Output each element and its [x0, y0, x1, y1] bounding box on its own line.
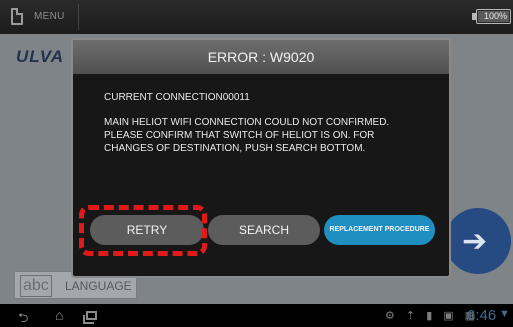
retry-button[interactable]: RETRY	[90, 215, 204, 245]
abc-icon: abc	[20, 275, 52, 297]
menu-document-icon[interactable]	[11, 8, 23, 25]
action-bar: MENU 100%	[0, 0, 513, 34]
error-message-line: CHANGES OF DESTINATION, PUSH SEARCH BOTT…	[104, 143, 366, 154]
battery-percent: 100%	[483, 11, 507, 21]
replacement-procedure-button[interactable]: REPLACEMENT PROCEDURE	[324, 215, 435, 245]
language-label: LANGUAGE	[65, 279, 132, 293]
search-button[interactable]: SEARCH	[208, 215, 320, 245]
back-icon[interactable]: ⮌	[18, 309, 28, 327]
notification-icons: ⚙ ⇡ ▮ ▣ ▦	[385, 310, 480, 322]
home-icon[interactable]: ⌂	[55, 307, 63, 323]
system-navigation-bar: ⮌ ⌂ ⚙ ⇡ ▮ ▣ ▦ 6:46 ▼	[0, 304, 513, 327]
menu-divider	[78, 4, 79, 30]
dialog-title-bar: ERROR : W9020	[73, 40, 449, 74]
error-message: MAIN HELIOT WIFI CONNECTION COULD NOT CO…	[104, 116, 389, 155]
dialog-title: ERROR : W9020	[207, 49, 315, 65]
company-logo: ULVA	[16, 47, 65, 66]
clock: 6:46	[467, 307, 497, 324]
wifi-icon: ▼	[499, 308, 510, 320]
error-dialog: ERROR : W9020 CURRENT CONNECTION00011 MA…	[71, 38, 451, 278]
current-connection-text: CURRENT CONNECTION00011	[104, 92, 250, 103]
next-arrow-icon: ➔	[462, 225, 488, 258]
error-message-line: MAIN HELIOT WIFI CONNECTION COULD NOT CO…	[104, 117, 390, 128]
battery-indicator: 100%	[476, 9, 511, 24]
menu-button-label[interactable]: MENU	[34, 11, 65, 22]
recent-apps-icon[interactable]	[83, 311, 97, 324]
error-message-line: PLEASE CONFIRM THAT SWITCH OF HELIOT IS …	[104, 130, 375, 141]
